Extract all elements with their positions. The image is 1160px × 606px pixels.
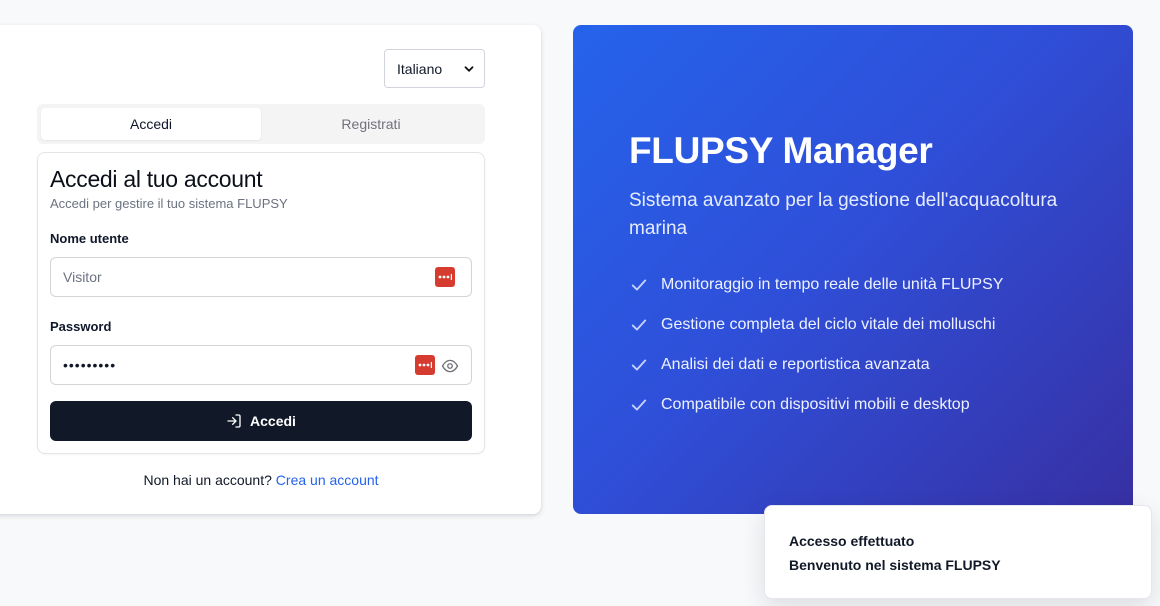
hero-subtitle: Sistema avanzato per la gestione dell'ac… — [629, 190, 1058, 239]
check-icon — [631, 359, 647, 371]
toast-message: Benvenuto nel sistema FLUPSY — [789, 557, 1001, 573]
form-subtitle: Accedi per gestire il tuo sistema FLUPSY — [50, 196, 288, 211]
language-select-value: Italiano — [397, 60, 443, 77]
username-value: Visitor — [63, 269, 102, 285]
login-icon — [227, 414, 241, 428]
toast-notification[interactable]: Accesso effettuato Benvenuto nel sistema… — [764, 505, 1152, 599]
signup-prompt: Non hai un account? Crea un account — [37, 472, 485, 488]
tab-registrati[interactable]: Registrati — [261, 108, 481, 140]
toast-title: Accesso effettuato — [789, 533, 915, 549]
signup-prompt-text: Non hai un account? — [143, 472, 272, 488]
eye-icon[interactable] — [441, 357, 459, 375]
feature-item: Gestione completa del ciclo vitale dei m… — [629, 305, 1003, 345]
login-form: Accedi al tuo account Accedi per gestire… — [37, 152, 485, 454]
feature-text: Analisi dei dati e reportistica avanzata — [661, 356, 930, 373]
username-input[interactable]: Visitor — [50, 257, 472, 297]
password-input[interactable]: ••••••••• — [50, 345, 472, 385]
feature-item: Monitoraggio in tempo reale delle unità … — [629, 265, 1003, 305]
password-value: ••••••••• — [63, 357, 117, 373]
check-icon — [631, 399, 647, 411]
login-button[interactable]: Accedi — [50, 401, 472, 441]
language-select[interactable]: Italiano — [384, 49, 485, 88]
feature-text: Compatibile con dispositivi mobili e des… — [661, 396, 970, 413]
form-title: Accedi al tuo account — [50, 166, 263, 192]
password-manager-icon[interactable] — [415, 355, 435, 375]
username-label: Nome utente — [50, 231, 129, 246]
hero-title: FLUPSY Manager — [629, 130, 933, 171]
auth-tabs: Accedi Registrati — [37, 104, 485, 144]
feature-text: Gestione completa del ciclo vitale dei m… — [661, 316, 996, 333]
feature-list: Monitoraggio in tempo reale delle unità … — [629, 265, 1003, 425]
login-card: Italiano Accedi Registrati Accedi al tuo… — [0, 25, 541, 514]
feature-item: Analisi dei dati e reportistica avanzata — [629, 345, 1003, 385]
password-manager-icon[interactable] — [435, 267, 455, 287]
create-account-link[interactable]: Crea un account — [276, 472, 379, 488]
feature-item: Compatibile con dispositivi mobili e des… — [629, 385, 1003, 425]
tab-accedi[interactable]: Accedi — [41, 108, 261, 140]
password-label: Password — [50, 319, 112, 334]
check-icon — [631, 319, 647, 331]
login-button-label: Accedi — [250, 413, 296, 429]
feature-text: Monitoraggio in tempo reale delle unità … — [661, 276, 1004, 293]
chevron-down-icon — [464, 65, 474, 72]
check-icon — [631, 279, 647, 291]
hero-panel: FLUPSY Manager Sistema avanzato per la g… — [573, 25, 1133, 514]
